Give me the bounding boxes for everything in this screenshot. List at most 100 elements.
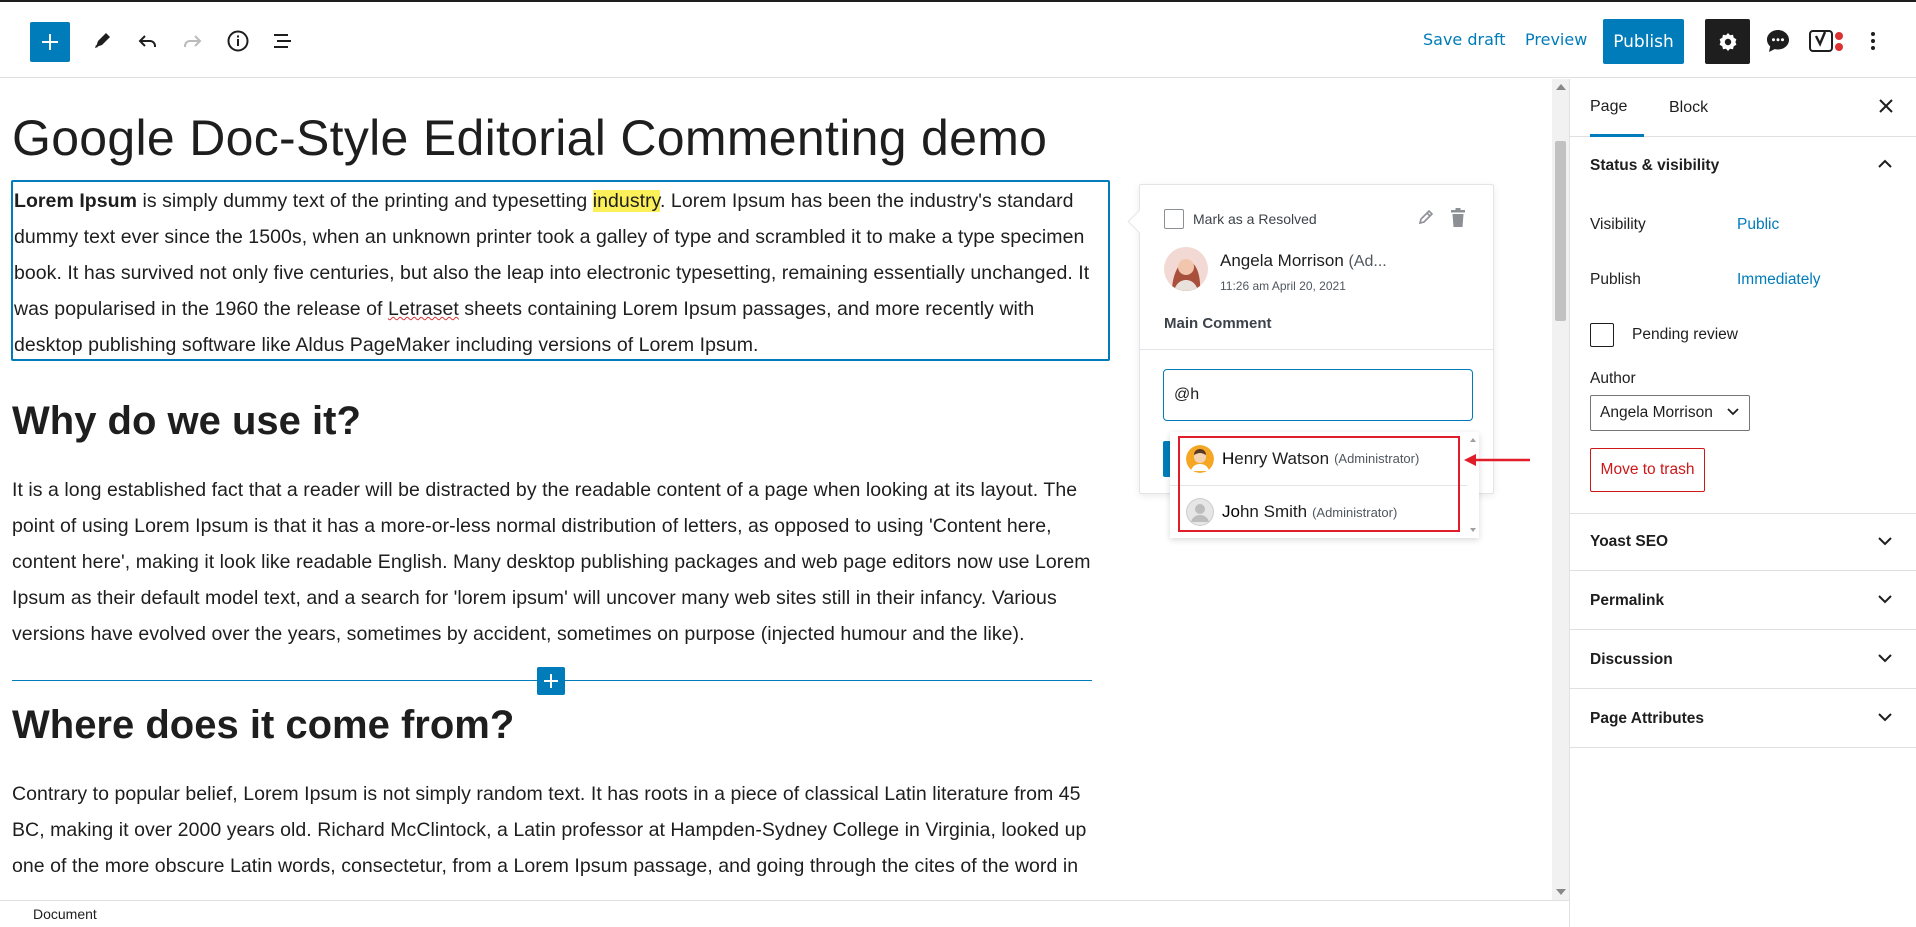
mention-match: H bbox=[1222, 448, 1235, 468]
mention-name-rest: hn Smith bbox=[1239, 502, 1308, 521]
options-button[interactable] bbox=[1859, 22, 1887, 60]
scroll-up-icon[interactable] bbox=[1556, 84, 1566, 90]
mention-name: Henry Watson bbox=[1222, 449, 1329, 469]
sidebar-tabs: Page Block bbox=[1570, 79, 1916, 137]
undo-button[interactable] bbox=[129, 22, 167, 60]
post-title[interactable]: Google Doc-Style Editorial Commenting de… bbox=[12, 109, 1047, 167]
paragraph-where[interactable]: Contrary to popular belief, Lorem Ipsum … bbox=[12, 776, 1112, 884]
details-button[interactable] bbox=[219, 22, 257, 60]
breadcrumb-document[interactable]: Document bbox=[33, 906, 97, 922]
resolve-checkbox[interactable] bbox=[1164, 209, 1184, 229]
mention-name: John Smith bbox=[1222, 502, 1307, 522]
comment-timestamp: 11:26 am April 20, 2021 bbox=[1220, 279, 1346, 293]
redo-button[interactable] bbox=[173, 22, 211, 60]
plus-icon bbox=[42, 34, 58, 50]
save-draft-button[interactable]: Save draft bbox=[1423, 30, 1506, 49]
tab-block[interactable]: Block bbox=[1669, 79, 1708, 137]
spellcheck-word: Letraset bbox=[387, 298, 459, 320]
avatar bbox=[1164, 247, 1208, 291]
bold-text: Lorem Ipsum bbox=[14, 190, 137, 212]
preview-button[interactable]: Preview bbox=[1525, 30, 1587, 49]
chevron-down-icon bbox=[1727, 408, 1739, 416]
plus-icon bbox=[544, 674, 558, 688]
annotation-arrow-icon bbox=[1464, 454, 1530, 466]
pending-review-label: Pending review bbox=[1632, 326, 1738, 343]
info-icon bbox=[227, 30, 249, 52]
comment-author: Angela Morrison (Ad... bbox=[1220, 251, 1387, 271]
author-role: (Ad... bbox=[1348, 253, 1387, 270]
avatar bbox=[1186, 444, 1214, 473]
trash-icon bbox=[1451, 208, 1465, 227]
chevron-down-icon bbox=[1878, 537, 1892, 546]
resolve-row: Mark as a Resolved bbox=[1164, 209, 1317, 229]
reply-input[interactable]: @h bbox=[1163, 369, 1473, 421]
author-name-text: Angela Morrison bbox=[1220, 251, 1344, 270]
mention-suggestions: Henry Watson (Administrator) John Smith … bbox=[1170, 432, 1479, 538]
scroll-down-icon[interactable] bbox=[1556, 889, 1566, 895]
mention-option-john-smith[interactable]: John Smith (Administrator) bbox=[1170, 485, 1467, 538]
redo-icon bbox=[184, 35, 202, 47]
close-sidebar-button[interactable] bbox=[1877, 97, 1895, 119]
chevron-down-icon bbox=[1878, 654, 1892, 663]
editor-scrollbar[interactable] bbox=[1552, 79, 1569, 900]
panel-title: Page Attributes bbox=[1590, 709, 1704, 727]
settings-button[interactable] bbox=[1705, 19, 1750, 64]
scroll-thumb[interactable] bbox=[1555, 141, 1566, 321]
list-view-icon bbox=[274, 34, 291, 48]
mention-match: Jo bbox=[1222, 502, 1240, 521]
intro-text: is simply dummy text of the printing and… bbox=[137, 190, 593, 212]
selected-paragraph-block[interactable]: Lorem Ipsum is simply dummy text of the … bbox=[11, 180, 1110, 361]
edit-comment-button[interactable] bbox=[1416, 207, 1436, 231]
publish-date-toggle[interactable]: Immediately bbox=[1737, 271, 1821, 289]
panel-yoast-seo[interactable]: Yoast SEO bbox=[1570, 513, 1916, 571]
panel-status-visibility[interactable]: Status & visibility bbox=[1570, 137, 1916, 195]
gear-icon bbox=[1719, 32, 1736, 51]
panel-title: Discussion bbox=[1590, 650, 1673, 668]
tools-button[interactable] bbox=[83, 22, 121, 60]
heading-where[interactable]: Where does it come from? bbox=[12, 703, 514, 748]
resolve-label: Mark as a Resolved bbox=[1193, 211, 1317, 227]
comments-button[interactable] bbox=[1759, 22, 1797, 60]
panel-discussion[interactable]: Discussion bbox=[1570, 631, 1916, 689]
comment-bubble-icon bbox=[1767, 30, 1789, 52]
mention-option-henry-watson[interactable]: Henry Watson (Administrator) bbox=[1170, 432, 1467, 485]
commented-highlight[interactable]: industry bbox=[592, 190, 660, 212]
panel-permalink[interactable]: Permalink bbox=[1570, 572, 1916, 630]
publish-button[interactable]: Publish bbox=[1603, 19, 1684, 64]
author-label: Author bbox=[1590, 370, 1636, 387]
chevron-down-icon bbox=[1878, 713, 1892, 722]
settings-sidebar: Page Block Status & visibility Visibilit… bbox=[1569, 79, 1916, 927]
tab-page[interactable]: Page bbox=[1590, 79, 1644, 137]
comment-text: Main Comment bbox=[1164, 315, 1272, 332]
mention-role: (Administrator) bbox=[1334, 451, 1420, 466]
visibility-toggle[interactable]: Public bbox=[1737, 216, 1779, 234]
outline-button[interactable] bbox=[264, 22, 302, 60]
delete-comment-button[interactable] bbox=[1448, 207, 1468, 233]
mention-name-rest: enry Watson bbox=[1234, 448, 1330, 468]
pending-review-checkbox[interactable] bbox=[1590, 323, 1614, 347]
pencil-icon bbox=[95, 33, 110, 48]
panel-page-attributes[interactable]: Page Attributes bbox=[1570, 690, 1916, 748]
author-select[interactable]: Angela Morrison bbox=[1590, 395, 1750, 431]
yoast-icon bbox=[1809, 30, 1843, 52]
add-block-button[interactable] bbox=[30, 22, 70, 62]
chevron-up-icon bbox=[1878, 159, 1892, 168]
mention-scrollbar[interactable] bbox=[1467, 432, 1479, 538]
publish-label: Publish bbox=[1590, 271, 1641, 288]
paragraph-why[interactable]: It is a long established fact that a rea… bbox=[12, 472, 1112, 652]
inline-add-block-button[interactable] bbox=[537, 667, 565, 695]
move-to-trash-button[interactable]: Move to trash bbox=[1590, 448, 1705, 492]
close-icon bbox=[1879, 99, 1893, 113]
panel-title: Permalink bbox=[1590, 591, 1665, 609]
pencil-icon bbox=[1418, 209, 1434, 225]
heading-why[interactable]: Why do we use it? bbox=[12, 399, 361, 444]
divider bbox=[1140, 349, 1493, 350]
yoast-button[interactable] bbox=[1805, 22, 1849, 60]
chevron-down-icon bbox=[1878, 595, 1892, 604]
panel-title: Status & visibility bbox=[1590, 157, 1720, 174]
editor-header: Save draft Preview Publish bbox=[0, 0, 1916, 78]
block-breadcrumb-bar: Document bbox=[0, 900, 1569, 927]
mention-role: (Administrator) bbox=[1312, 504, 1398, 520]
avatar bbox=[1186, 498, 1214, 526]
more-vertical-icon bbox=[1871, 32, 1875, 50]
